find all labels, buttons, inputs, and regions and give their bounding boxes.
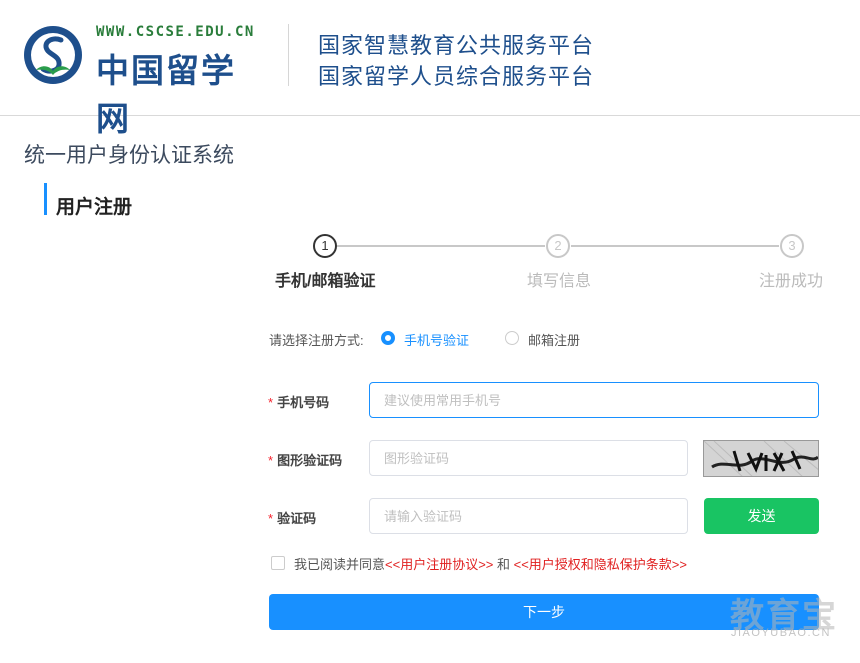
- site-logo[interactable]: WWW.CSCSE.EDU.CN 中国留学网: [22, 24, 267, 138]
- watermark-url: JIAOYUBAO.CN: [731, 627, 831, 639]
- registration-agreement-link[interactable]: <<用户注册协议>>: [385, 557, 493, 572]
- section-title: 用户注册: [56, 197, 133, 218]
- step-1-circle: 1: [313, 234, 337, 258]
- phone-label-text: 手机号码: [277, 395, 330, 410]
- image-code-label-text: 图形验证码: [277, 453, 343, 468]
- sms-code-input[interactable]: [369, 498, 688, 534]
- image-code-input[interactable]: [369, 440, 688, 476]
- phone-method-radio[interactable]: [381, 331, 395, 345]
- image-code-label: * 图形验证码: [268, 450, 342, 469]
- send-code-button[interactable]: 发送: [704, 498, 819, 534]
- step-1-label: 手机/邮箱验证: [275, 273, 376, 290]
- logo-name: 中国留学网: [96, 51, 236, 138]
- sms-code-label: * 验证码: [268, 508, 316, 527]
- logo-url: WWW.CSCSE.EDU.CN: [96, 24, 255, 40]
- agreement-and: 和: [493, 557, 514, 572]
- platform-title-line2: 国家留学人员综合服务平台: [318, 64, 595, 89]
- logo-emblem-icon: [24, 26, 82, 84]
- email-method-label[interactable]: 邮箱注册: [528, 330, 580, 349]
- method-label: 请选择注册方式:: [269, 333, 364, 348]
- site-header: WWW.CSCSE.EDU.CN 中国留学网 国家智慧教育公共服务平台 国家留学…: [0, 0, 860, 138]
- phone-method-label[interactable]: 手机号验证: [404, 330, 469, 349]
- agreement-text: 我已阅读并同意<<用户注册协议>> 和 <<用户授权和隐私保护条款>>: [294, 554, 687, 573]
- sms-code-label-text: 验证码: [277, 511, 317, 526]
- step-connector: [571, 245, 779, 247]
- agreement-prefix: 我已阅读并同意: [294, 557, 386, 572]
- step-2-circle: 2: [546, 234, 570, 258]
- required-mark: *: [268, 395, 274, 410]
- phone-input[interactable]: [369, 382, 819, 418]
- phone-label: * 手机号码: [268, 392, 329, 411]
- step-3-circle: 3: [780, 234, 804, 258]
- required-mark: *: [268, 453, 274, 468]
- system-title: 统一用户身份认证系统: [24, 144, 234, 167]
- platform-title-line1: 国家智慧教育公共服务平台: [318, 33, 595, 58]
- email-method-radio[interactable]: [505, 331, 519, 345]
- captcha-icon: [704, 441, 818, 476]
- captcha-image[interactable]: [703, 440, 819, 477]
- step-connector: [337, 245, 545, 247]
- required-mark: *: [268, 511, 274, 526]
- agreement-checkbox[interactable]: [271, 556, 285, 570]
- privacy-policy-link[interactable]: <<用户授权和隐私保护条款>>: [514, 557, 687, 572]
- step-3-label: 注册成功: [759, 273, 824, 290]
- section-accent-bar: [44, 183, 47, 215]
- header-divider: [288, 24, 289, 86]
- step-2-label: 填写信息: [527, 273, 592, 290]
